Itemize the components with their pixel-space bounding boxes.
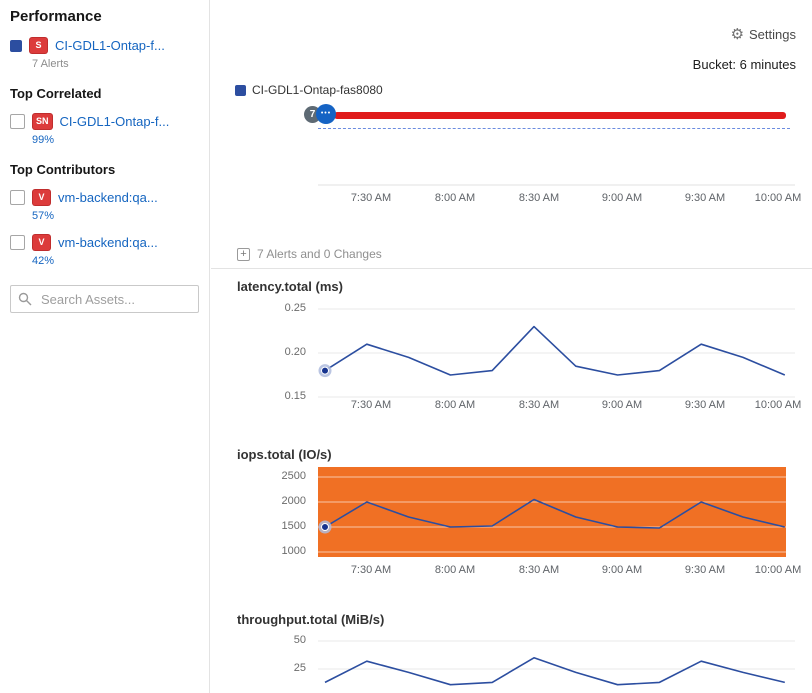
page-title: Performance — [10, 8, 199, 25]
contributor-asset-link[interactable]: vm-backend:qa... — [58, 235, 158, 250]
primary-asset-alert-count: 7 Alerts — [32, 58, 199, 70]
chart-title-iops: iops.total (IO/s) — [237, 447, 332, 462]
section-divider — [211, 268, 812, 269]
legend-color-swatch — [235, 85, 246, 96]
start-marker[interactable] — [322, 367, 329, 374]
chart-legend[interactable]: CI-GDL1-Ontap-fas8080 — [235, 83, 383, 97]
correlated-asset-link[interactable]: CI-GDL1-Ontap-f... — [60, 114, 170, 129]
alerts-changes-toggle[interactable]: + 7 Alerts and 0 Changes — [237, 247, 382, 261]
primary-asset-row[interactable]: S CI-GDL1-Ontap-f... — [10, 37, 199, 54]
contributor-item: V vm-backend:qa... 57% — [10, 189, 199, 222]
series-color-swatch[interactable] — [10, 40, 22, 52]
section-heading-top-correlated: Top Correlated — [10, 86, 199, 101]
contribution-percent: 57% — [32, 210, 199, 222]
vm-severity-icon: V — [32, 189, 51, 206]
settings-button[interactable]: ⚙ Settings — [731, 27, 796, 42]
start-marker[interactable] — [322, 524, 329, 531]
chart-title-latency: latency.total (ms) — [237, 279, 343, 294]
alert-duration-bar[interactable] — [334, 112, 786, 119]
vm-severity-icon: V — [32, 234, 51, 251]
asset-search — [10, 285, 199, 313]
search-input[interactable] — [10, 285, 199, 313]
contributor-asset-link[interactable]: vm-backend:qa... — [58, 190, 158, 205]
settings-label: Settings — [749, 27, 796, 42]
node-severity-icon: SN — [32, 113, 53, 130]
selected-range-dashed-line — [318, 128, 790, 129]
expand-icon[interactable]: + — [237, 248, 250, 261]
contribution-percent: 42% — [32, 255, 199, 267]
alerts-changes-summary: 7 Alerts and 0 Changes — [257, 247, 382, 261]
sidebar: Performance S CI-GDL1-Ontap-f... 7 Alert… — [0, 0, 210, 693]
correlated-checkbox[interactable] — [10, 114, 25, 129]
series-line — [325, 327, 785, 375]
primary-asset-link[interactable]: CI-GDL1-Ontap-f... — [55, 38, 165, 53]
contributor-checkbox[interactable] — [10, 190, 25, 205]
alert-band — [318, 467, 786, 557]
contributor-item: V vm-backend:qa... 42% — [10, 234, 199, 267]
chart-title-throughput: throughput.total (MiB/s) — [237, 612, 384, 627]
correlated-item: SN CI-GDL1-Ontap-f... 99% — [10, 113, 199, 146]
section-heading-top-contributors: Top Contributors — [10, 162, 199, 177]
bucket-label: Bucket: 6 minutes — [693, 57, 796, 72]
contributor-checkbox[interactable] — [10, 235, 25, 250]
correlated-asset-row[interactable]: SN CI-GDL1-Ontap-f... — [10, 113, 199, 130]
more-alerts-icon[interactable]: ••• — [316, 104, 336, 124]
contributor-asset-row[interactable]: V vm-backend:qa... — [10, 189, 199, 206]
storage-severity-icon: S — [29, 37, 48, 54]
legend-label: CI-GDL1-Ontap-fas8080 — [252, 83, 383, 97]
series-line — [325, 658, 785, 685]
gear-icon: ⚙ — [731, 28, 744, 42]
contributor-asset-row[interactable]: V vm-backend:qa... — [10, 234, 199, 251]
correlation-percent: 99% — [32, 134, 199, 146]
